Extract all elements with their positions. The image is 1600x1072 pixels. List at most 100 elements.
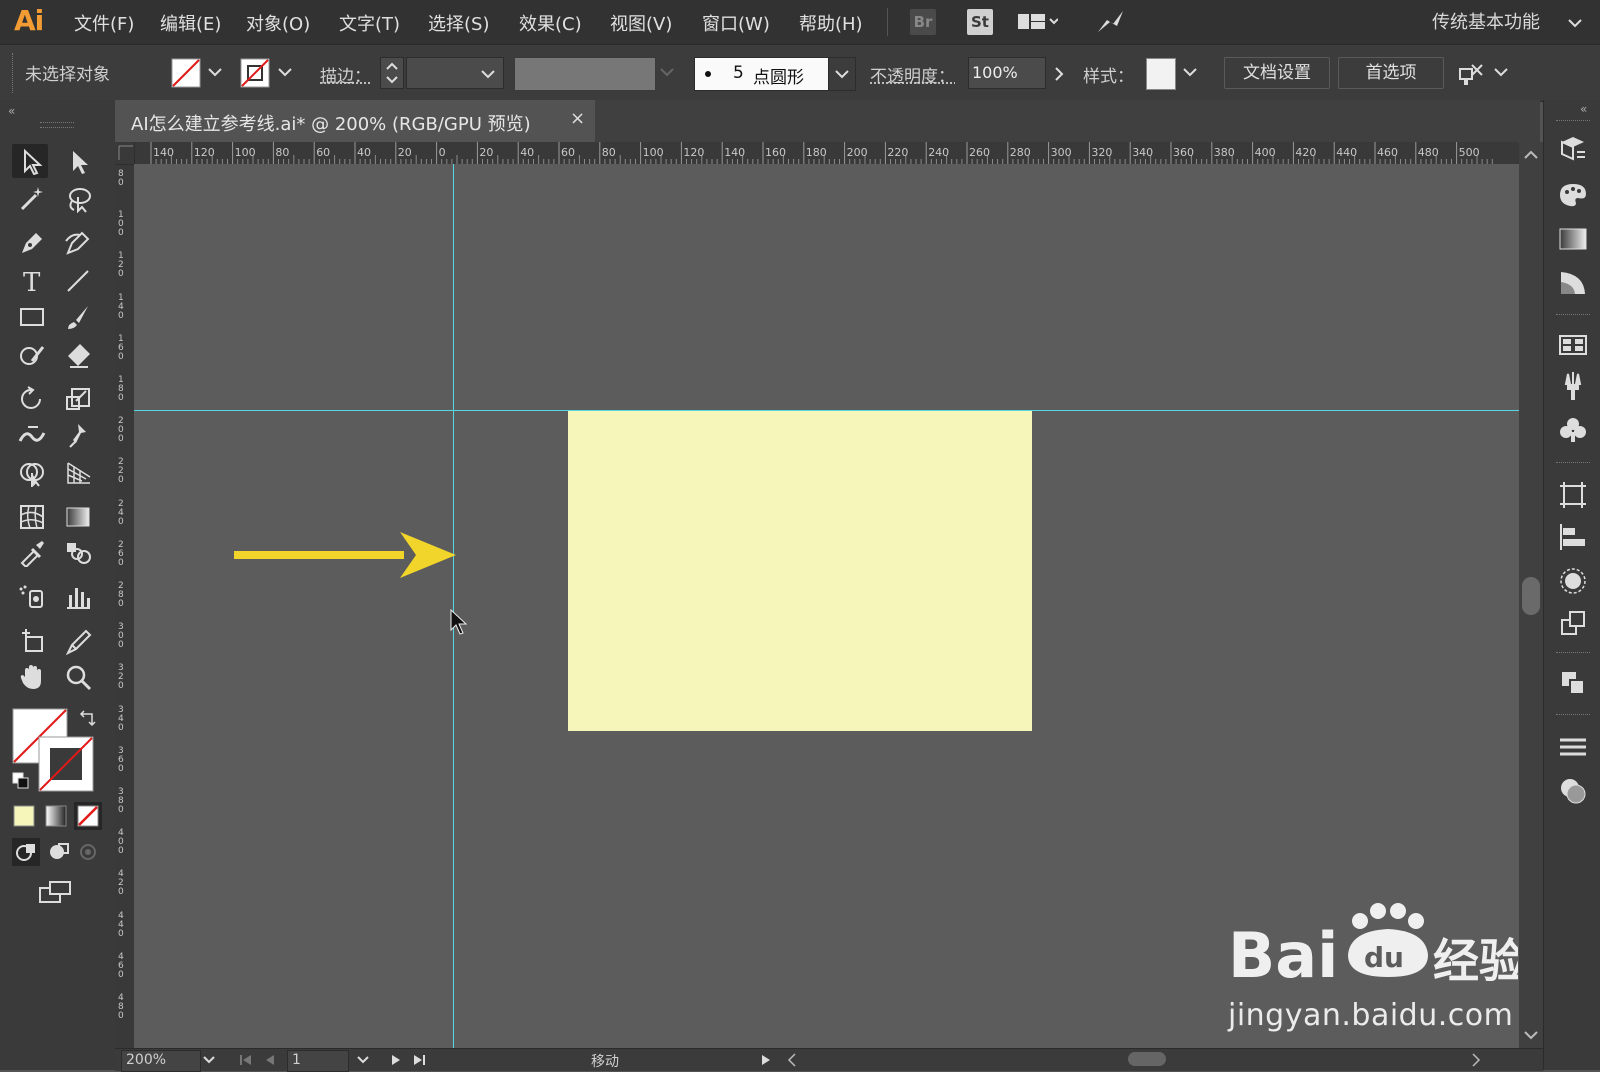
color-guide-panel-icon[interactable] xyxy=(1556,774,1590,808)
mesh-tool-icon[interactable] xyxy=(14,500,50,534)
pen-tool-icon[interactable] xyxy=(14,226,50,260)
rotate-tool-icon[interactable] xyxy=(14,382,50,416)
graphic-style-swatch[interactable] xyxy=(1146,58,1176,90)
line-segment-tool-icon[interactable] xyxy=(60,264,96,298)
yellow-rectangle-shape[interactable] xyxy=(568,410,1032,731)
vertical-guide-line[interactable] xyxy=(453,164,454,1048)
close-tab-icon[interactable]: × xyxy=(570,108,585,129)
chevron-down-icon[interactable] xyxy=(1568,18,1582,28)
artboard-dropdown-chevron-icon[interactable] xyxy=(357,1056,369,1064)
artboard-tool-icon[interactable] xyxy=(14,624,50,658)
layers-panel-icon[interactable] xyxy=(1556,730,1590,764)
first-artboard-icon[interactable] xyxy=(239,1054,253,1066)
width-tool-icon[interactable] xyxy=(14,418,50,452)
direct-selection-tool-icon[interactable] xyxy=(60,144,96,178)
symbols-panel-icon[interactable] xyxy=(1556,414,1590,448)
stroke-color-swatch[interactable] xyxy=(38,736,94,792)
stroke-dropdown-chevron-icon[interactable] xyxy=(278,67,292,77)
zoom-dropdown-chevron-icon[interactable] xyxy=(203,1056,215,1064)
draw-inside-icon[interactable] xyxy=(76,840,100,864)
swatches-panel-icon[interactable] xyxy=(1556,328,1590,362)
brush-dropdown-chevron-icon[interactable] xyxy=(828,57,856,91)
scroll-left-icon[interactable] xyxy=(787,1053,797,1067)
scroll-right-icon[interactable] xyxy=(1471,1053,1481,1067)
collapse-panel-icon[interactable]: « xyxy=(8,104,15,118)
scale-tool-icon[interactable] xyxy=(60,382,96,416)
menu-type[interactable]: 文字(T) xyxy=(339,10,400,36)
perspective-grid-tool-icon[interactable] xyxy=(60,456,96,490)
blend-tool-icon[interactable] xyxy=(60,536,96,570)
arrange-documents-icon[interactable] xyxy=(1018,12,1058,32)
expand-panels-icon[interactable]: « xyxy=(1580,102,1587,116)
gpu-performance-icon[interactable] xyxy=(1095,8,1125,36)
menu-select[interactable]: 选择(S) xyxy=(428,10,489,36)
gradient-panel-icon[interactable] xyxy=(1556,222,1590,256)
variable-width-profile[interactable] xyxy=(514,57,656,91)
stock-icon[interactable]: St xyxy=(967,9,993,35)
transparency-panel-icon[interactable] xyxy=(1556,266,1590,300)
menu-effect[interactable]: 效果(C) xyxy=(519,10,582,36)
document-setup-button[interactable]: 文档设置 xyxy=(1224,57,1330,89)
color-panel-icon[interactable] xyxy=(1556,178,1590,212)
hand-tool-icon[interactable] xyxy=(14,660,50,694)
previous-artboard-icon[interactable] xyxy=(265,1054,275,1066)
brush-definition-dropdown[interactable]: 5 点圆形 xyxy=(694,57,830,91)
next-artboard-icon[interactable] xyxy=(391,1054,401,1066)
grip-handle[interactable] xyxy=(12,53,17,93)
selection-tool-icon[interactable] xyxy=(12,144,48,178)
opacity-label[interactable]: 不透明度： xyxy=(870,62,955,87)
arrange-panel-icon[interactable] xyxy=(1458,59,1486,87)
draw-normal-icon[interactable] xyxy=(12,838,40,866)
zoom-level-field[interactable]: 200% xyxy=(121,1050,201,1072)
default-fill-stroke-icon[interactable] xyxy=(12,772,30,790)
fill-dropdown-chevron-icon[interactable] xyxy=(208,67,222,77)
vertical-ruler[interactable]: 80 100 120 140 160 180 200 220 240 260 280 300 320 34… xyxy=(115,164,135,1060)
panel-menu-chevron-icon[interactable] xyxy=(1494,67,1508,77)
brushes-panel-icon[interactable] xyxy=(1556,370,1590,404)
layers-arrange-panel-icon[interactable] xyxy=(1556,666,1590,700)
gradient-tool-icon[interactable] xyxy=(60,500,96,534)
color-mode-button[interactable] xyxy=(12,804,36,828)
shape-builder-tool-icon[interactable] xyxy=(14,456,50,490)
workspace-switcher[interactable]: 传统基本功能 xyxy=(1432,8,1540,34)
stroke-label[interactable]: 描边： xyxy=(320,62,371,87)
horizontal-ruler[interactable]: 140 120 100 80 60 40 20 0 20 40 60 80 100 120 140 160 18… xyxy=(115,142,1523,165)
transform-panel-icon[interactable] xyxy=(1556,478,1590,512)
last-artboard-icon[interactable] xyxy=(413,1054,427,1066)
align-panel-icon[interactable] xyxy=(1556,520,1590,554)
pathfinder-panel-icon[interactable] xyxy=(1556,606,1590,640)
zoom-tool-icon[interactable] xyxy=(60,660,96,694)
menu-view[interactable]: 视图(V) xyxy=(610,10,672,36)
scroll-up-icon[interactable] xyxy=(1524,150,1538,160)
document-tab[interactable]: AI怎么建立参考线.ai* @ 200% (RGB/GPU 预览) × xyxy=(115,100,595,142)
menu-file[interactable]: 文件(F) xyxy=(74,10,134,36)
magic-wand-tool-icon[interactable] xyxy=(14,182,50,216)
grip-handle[interactable] xyxy=(40,122,74,128)
column-graph-tool-icon[interactable] xyxy=(60,580,96,614)
paintbrush-tool-icon[interactable] xyxy=(60,300,96,334)
status-menu-arrow-icon[interactable] xyxy=(761,1054,771,1066)
artboard-number-field[interactable]: 1 xyxy=(287,1050,349,1072)
vertical-scroll-thumb[interactable] xyxy=(1522,577,1540,615)
menu-object[interactable]: 对象(O) xyxy=(246,10,310,36)
type-tool-icon[interactable]: T xyxy=(14,264,50,298)
none-mode-button[interactable] xyxy=(74,802,102,830)
eraser-tool-icon[interactable] xyxy=(60,338,96,372)
libraries-panel-icon[interactable] xyxy=(1556,134,1590,168)
eyedropper-tool-icon[interactable] xyxy=(14,536,50,570)
menu-window[interactable]: 窗口(W) xyxy=(702,10,770,36)
horizontal-scroll-thumb[interactable] xyxy=(1128,1052,1166,1066)
style-dropdown-chevron-icon[interactable] xyxy=(1183,67,1197,77)
opacity-chevron-right-icon[interactable] xyxy=(1046,57,1072,89)
horizontal-guide-line[interactable] xyxy=(134,410,1519,411)
rectangle-tool-icon[interactable] xyxy=(14,300,50,334)
menu-edit[interactable]: 编辑(E) xyxy=(160,10,221,36)
shaper-tool-icon[interactable] xyxy=(14,338,50,372)
scroll-down-icon[interactable] xyxy=(1524,1030,1538,1040)
lasso-tool-icon[interactable] xyxy=(60,182,96,216)
ruler-origin-corner[interactable] xyxy=(115,142,135,165)
gradient-mode-button[interactable] xyxy=(44,804,68,828)
profile-dropdown-chevron-icon[interactable] xyxy=(660,67,674,77)
symbol-sprayer-tool-icon[interactable] xyxy=(14,580,50,614)
grip-handle[interactable] xyxy=(1556,120,1590,125)
